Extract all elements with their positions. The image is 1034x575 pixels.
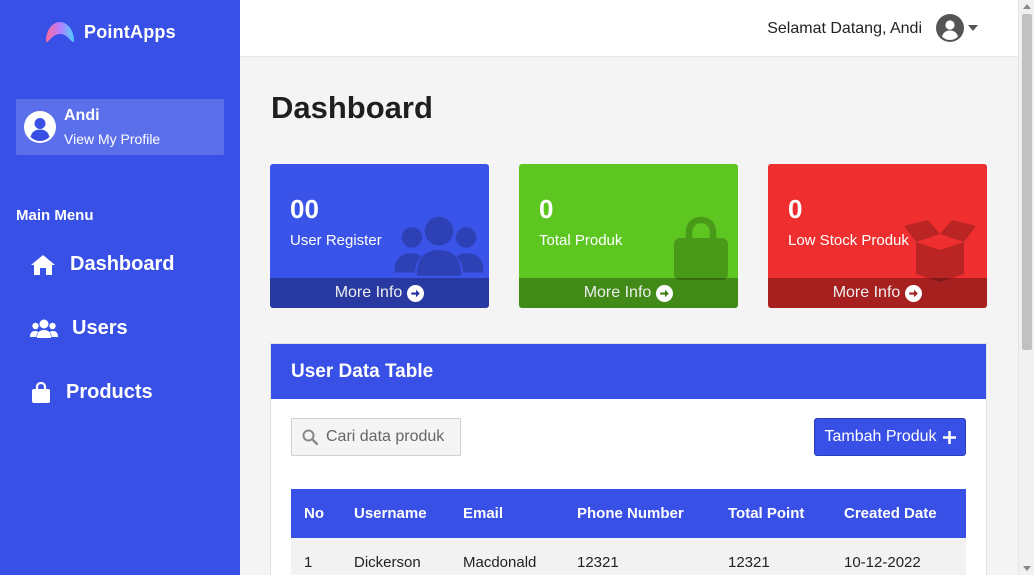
column-header: Total Point [728,505,805,522]
stat-value: 00 [290,194,319,224]
stat-label: User Register [290,232,382,249]
stat-card-low-stock-produk: 0 Low Stock Produk More Info [768,164,987,308]
more-info-label: More Info [334,284,403,301]
column-header: Email [463,505,504,522]
add-product-label: Tambah Produk [824,428,937,445]
stat-card-total-produk: 0 Total Produk More Info [519,164,738,308]
table-card-title: User Data Table [271,344,986,399]
table-cell: Dickerson [341,538,450,575]
user-data-table: No Username Email Phone Number Total Poi… [291,489,966,575]
more-info-link[interactable]: More Info [519,278,738,308]
home-icon [31,254,55,275]
users-icon [394,216,484,276]
add-product-button[interactable]: Tambah Produk [814,418,966,456]
page-scrollbar[interactable] [1018,0,1034,575]
pointapps-logo-icon [46,22,74,42]
stat-value: 0 [788,194,803,224]
table-cell: 12321 [564,538,715,575]
scroll-down-arrow-icon[interactable] [1023,566,1031,571]
more-info-link[interactable]: More Info [270,278,489,308]
arrow-circle-right-icon [656,284,674,302]
view-profile-link[interactable]: View My Profile [64,130,160,148]
sidebar-item-label: Dashboard [70,253,175,275]
column-header: Created Date [844,505,937,522]
profile-card[interactable]: Andi View My Profile [16,99,224,155]
search-icon [302,429,318,445]
page-title: Dashboard [271,90,433,125]
column-header: Username [354,505,427,522]
sidebar-item-label: Users [72,317,128,339]
users-icon [30,319,58,338]
table-cell: 10-12-2022 [831,538,966,575]
stat-label: Low Stock Produk [788,232,909,249]
main-menu-heading: Main Menu [16,207,94,224]
table-cell: Macdonald [450,538,564,575]
plus-icon [942,430,956,444]
search-box[interactable] [291,418,461,456]
more-info-label: More Info [832,284,901,301]
scroll-up-arrow-icon[interactable] [1023,4,1031,9]
sidebar: PointApps Andi View My Profile Main Menu… [0,0,240,575]
stat-value: 0 [539,194,554,224]
brand[interactable]: PointApps [44,20,176,44]
table-cell: 12321 [715,538,831,575]
user-data-table-card: User Data Table Tambah Produk No Usernam… [270,343,987,575]
caret-down-icon [968,25,978,31]
profile-name: Andi [64,106,100,124]
user-avatar-icon [936,14,964,42]
search-input[interactable] [326,428,454,446]
brand-name: PointApps [84,21,176,42]
column-header: Phone Number [577,505,684,522]
sidebar-item-dashboard[interactable]: Dashboard [30,253,174,276]
more-info-label: More Info [583,284,652,301]
sidebar-item-products[interactable]: Products [30,381,153,404]
table-header-row: No Username Email Phone Number Total Poi… [291,489,966,538]
user-avatar-icon [24,111,56,143]
stat-card-user-register: 00 User Register More Info [270,164,489,308]
shopping-bag-icon [32,381,50,403]
topbar: Selamat Datang, Andi [240,0,1018,57]
column-header: No [304,505,324,522]
sidebar-item-label: Products [66,381,153,403]
stat-label: Total Produk [539,232,623,249]
arrow-circle-right-icon [905,284,923,302]
arrow-circle-right-icon [407,284,425,302]
shopping-bag-icon [674,216,728,280]
table-row[interactable]: 1 Dickerson Macdonald 12321 12321 10-12-… [291,538,966,575]
user-menu-toggle[interactable] [936,14,978,42]
more-info-link[interactable]: More Info [768,278,987,308]
table-cell: 1 [291,538,341,575]
welcome-text: Selamat Datang, Andi [767,20,922,37]
box-open-icon [904,220,976,282]
scrollbar-thumb[interactable] [1022,14,1032,350]
sidebar-item-users[interactable]: Users [30,317,128,340]
